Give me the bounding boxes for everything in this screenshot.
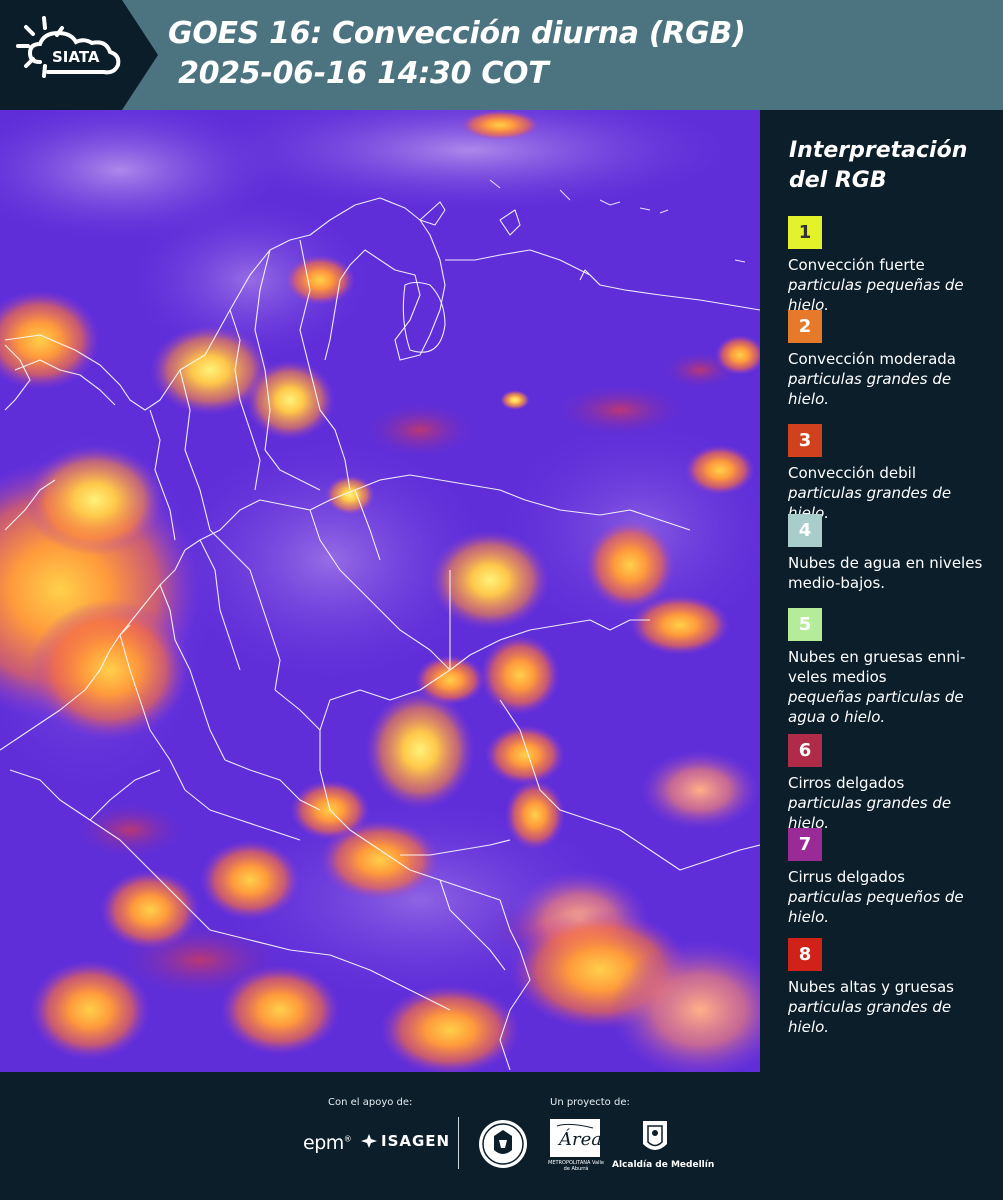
isagen-text: ISAGEN (381, 1132, 451, 1150)
legend-number: 6 (798, 740, 812, 761)
legend-name: Nubes altas y gruesas (788, 978, 954, 996)
legend-name: Nubes de agua en niveles medio-bajos. (788, 554, 983, 592)
satellite-map (0, 110, 760, 1072)
svg-text:Área: Área (557, 1127, 601, 1150)
legend-title: Interpretación del RGB (789, 138, 968, 193)
legend-number: 4 (798, 520, 812, 541)
legend-swatch: 7 (788, 828, 822, 861)
legend-swatch: 3 (788, 424, 822, 457)
legend-swatch: 6 (788, 734, 822, 767)
legend-swatch: 5 (788, 608, 822, 641)
rgb-legend: Interpretación del RGB 1 Convección fuer… (762, 110, 1003, 1072)
legend-item-1: 1 Convección fuerte particulas pequeñas … (788, 216, 993, 315)
footer: Con el apoyo de: Un proyecto de: epm® IS… (0, 1072, 1003, 1200)
page-title: GOES 16: Convección diurna (RGB) 2025-06… (168, 14, 746, 94)
legend-swatch: 4 (788, 514, 822, 547)
legend-number: 5 (798, 614, 812, 635)
medellin-seal-icon (479, 1120, 527, 1168)
legend-name: Nubes en gruesas enni-veles medios (788, 648, 966, 686)
legend-item-5: 5 Nubes en gruesas enni-veles medios peq… (788, 608, 993, 727)
legend-desc: particulas pequeños de hielo. (788, 888, 964, 926)
title-line-2: 2025-06-16 14:30 COT (168, 56, 549, 91)
legend-number: 2 (798, 316, 812, 337)
title-line-1: GOES 16: Convección diurna (RGB) (168, 16, 746, 51)
legend-number: 7 (798, 834, 812, 855)
legend-desc: pequeñas particulas de agua o hielo. (788, 688, 964, 726)
legend-item-3: 3 Convección debil particulas grandes de… (788, 424, 993, 523)
legend-item-7: 7 Cirrus delgados particulas pequeños de… (788, 828, 993, 927)
project-label: Un proyecto de: (550, 1097, 630, 1108)
epm-text: epm (303, 1132, 344, 1154)
legend-item-6: 6 Cirros delgados particulas grandes de … (788, 734, 993, 833)
legend-number: 1 (798, 222, 812, 243)
header-bar: SIATA GOES 16: Convección diurna (RGB) 2… (0, 0, 1003, 110)
legend-swatch: 2 (788, 310, 822, 343)
support-label: Con el apoyo de: (328, 1097, 413, 1108)
legend-number: 3 (798, 430, 812, 451)
legend-name: Cirros delgados (788, 774, 905, 792)
siata-logo: SIATA (0, 0, 158, 110)
legend-desc: particulas grandes de hielo. (788, 370, 952, 408)
area-logo-icon: Área (550, 1119, 602, 1157)
legend-name: Convección fuerte (788, 256, 925, 274)
legend-name: Cirrus delgados (788, 868, 905, 886)
area-caption: METROPOLITANA Valle de Aburrá (548, 1160, 604, 1172)
isagen-logo: ISAGEN (360, 1132, 450, 1150)
legend-item-8: 8 Nubes altas y gruesas particulas grand… (788, 938, 993, 1037)
legend-number: 8 (798, 944, 812, 965)
epm-logo: epm® (303, 1132, 352, 1154)
legend-item-4: 4 Nubes de agua en niveles medio-bajos. (788, 514, 993, 593)
legend-item-2: 2 Convección moderada particulas grandes… (788, 310, 993, 409)
isagen-icon (361, 1134, 377, 1148)
alcaldia-text: Alcaldía de Medellín (612, 1160, 715, 1170)
legend-name: Convección debil (788, 464, 916, 482)
legend-desc: particulas pequeñas de hielo. (788, 276, 964, 314)
legend-desc: particulas grandes de hielo. (788, 794, 952, 832)
legend-desc: particulas grandes de hielo. (788, 998, 952, 1036)
legend-name: Convección moderada (788, 350, 956, 368)
rgb-composite-image (0, 110, 760, 1072)
footer-divider (458, 1117, 459, 1169)
legend-swatch: 1 (788, 216, 822, 249)
sun-cloud-icon: SIATA (16, 16, 121, 78)
legend-swatch: 8 (788, 938, 822, 971)
svg-text:SIATA: SIATA (52, 48, 100, 66)
alcaldia-shield-icon (643, 1121, 667, 1150)
